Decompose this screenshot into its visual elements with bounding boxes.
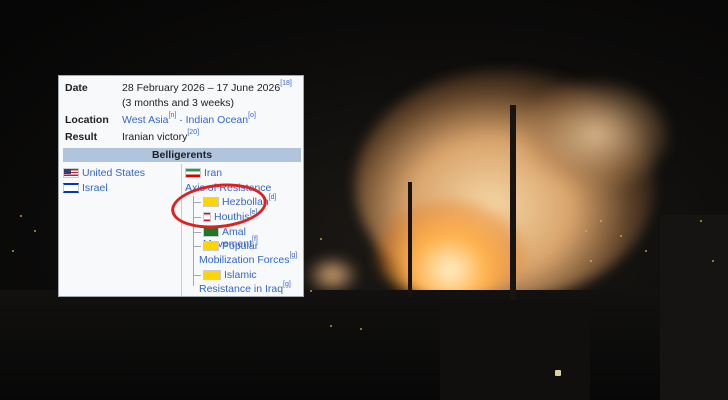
pmf-flag-icon	[203, 241, 219, 252]
tree-branch	[193, 246, 201, 247]
iran-flag-icon	[185, 168, 201, 179]
location-indian-ocean-link[interactable]: Indian Ocean	[186, 114, 248, 126]
location-a-ref[interactable]: [n]	[169, 112, 177, 119]
iran-link[interactable]: Iran	[204, 167, 222, 179]
result-value: Iranian victory[20]	[122, 129, 199, 143]
pmf-link-line1[interactable]: Popular	[222, 240, 258, 252]
us-flag-icon	[63, 168, 79, 179]
red-highlight-circle	[168, 179, 270, 233]
israel-link[interactable]: Israel	[82, 182, 108, 194]
result-ref[interactable]: [20]	[187, 129, 199, 136]
pmf-link-line2[interactable]: Mobilization Forces[g]	[199, 252, 297, 266]
islamic-resistance-link-line1[interactable]: Islamic	[224, 269, 257, 281]
belligerents-header: Belligerents	[63, 148, 301, 162]
date-text: 28 February 2026 – 17 June 2026	[122, 82, 281, 94]
united-states-link[interactable]: United States	[82, 167, 145, 179]
belligerent-iran[interactable]: Iran	[185, 167, 222, 179]
location-label: Location	[65, 114, 109, 126]
tree-branch	[193, 275, 201, 276]
result-label: Result	[65, 131, 98, 143]
date-ref[interactable]: [18]	[280, 80, 292, 87]
belligerent-israel[interactable]: Israel	[63, 182, 108, 194]
date-label: Date	[65, 82, 88, 94]
location-b-ref[interactable]: [o]	[248, 112, 256, 119]
date-row: Date	[65, 82, 88, 94]
amal-flag-icon	[203, 227, 219, 238]
result-text: Iranian victory	[122, 131, 188, 143]
wikipedia-infobox: Date 28 February 2026 – 17 June 2026[18]…	[58, 75, 304, 297]
islamic-resistance-flag-icon	[203, 270, 221, 281]
member-islamic-resistance[interactable]: Islamic	[203, 269, 257, 281]
irq-name[interactable]: Resistance in Iraq	[199, 283, 283, 295]
irq-ref[interactable]: [g]	[283, 281, 291, 288]
hezbollah-ref[interactable]: [d]	[269, 194, 277, 201]
location-west-asia-link[interactable]: West Asia	[122, 114, 169, 126]
tree-branch	[193, 232, 201, 233]
islamic-resistance-link-line2[interactable]: Resistance in Iraq[g]	[199, 281, 291, 295]
column-divider	[181, 164, 182, 296]
belligerent-us[interactable]: United States	[63, 167, 145, 179]
pmf-ref[interactable]: [g]	[289, 252, 297, 259]
duration: (3 months and 3 weeks)	[122, 97, 235, 109]
location-separator: ·	[176, 114, 186, 126]
pmf-name[interactable]: Mobilization Forces	[199, 254, 289, 266]
member-pmf[interactable]: Popular	[203, 240, 258, 252]
date-value: 28 February 2026 – 17 June 2026[18]	[122, 80, 292, 94]
location-value: West Asia[n] · Indian Ocean[o]	[122, 112, 256, 126]
israel-flag-icon	[63, 183, 79, 194]
